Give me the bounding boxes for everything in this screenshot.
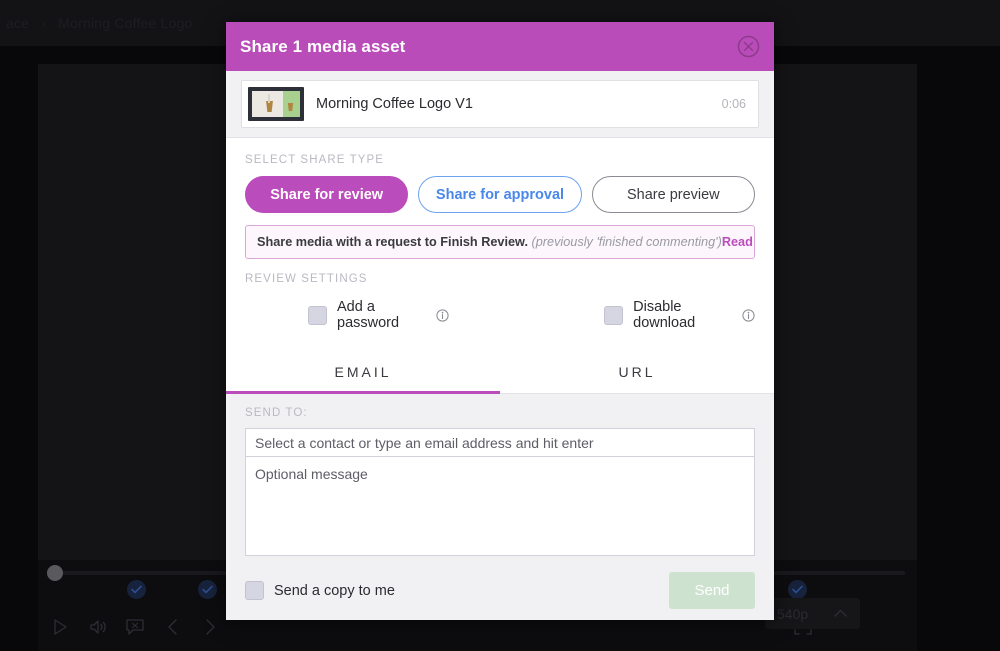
tab-url[interactable]: URL <box>500 352 774 394</box>
chevron-up-icon <box>833 605 848 623</box>
add-password-option[interactable]: Add a password <box>308 299 449 331</box>
send-panel: SEND TO: Send a copy to me Send <box>226 394 774 620</box>
disable-download-label: Disable download <box>633 299 696 331</box>
share-type-notice: Share media with a request to Finish Rev… <box>245 225 755 259</box>
asset-name: Morning Coffee Logo V1 <box>316 96 473 112</box>
breadcrumb-parent[interactable]: ace <box>6 15 29 31</box>
modal-header: Share 1 media asset <box>226 22 774 71</box>
comment-icon[interactable] <box>120 612 150 642</box>
share-for-review-button[interactable]: Share for review <box>245 176 409 213</box>
review-settings-options: Add a password Disable download <box>245 299 755 331</box>
notice-italic-text: (previously 'finished commenting') <box>531 235 722 249</box>
resolution-label: 540p <box>777 605 809 622</box>
breadcrumb-separator-icon: › <box>41 15 47 31</box>
play-icon[interactable] <box>45 612 75 642</box>
share-method-tabs: EMAIL URL <box>226 352 774 394</box>
review-settings-label: REVIEW SETTINGS <box>245 273 368 285</box>
review-settings-section: REVIEW SETTINGS Add a password Disable d… <box>226 259 774 331</box>
close-circle-icon[interactable] <box>736 35 760 59</box>
asset-duration: 0:06 <box>721 97 746 111</box>
send-footer: Send a copy to me Send <box>245 572 755 609</box>
comment-marker[interactable] <box>198 580 217 599</box>
share-type-label: SELECT SHARE TYPE <box>245 154 385 166</box>
tab-email[interactable]: EMAIL <box>226 352 500 394</box>
add-password-checkbox[interactable] <box>308 305 327 325</box>
share-modal: Share 1 media asset Morning Coffee Logo … <box>226 22 774 620</box>
comment-marker[interactable] <box>788 580 807 599</box>
video-thumbnail <box>248 87 304 121</box>
disable-download-checkbox[interactable] <box>604 305 624 325</box>
send-copy-option[interactable]: Send a copy to me <box>245 581 395 600</box>
share-preview-button[interactable]: Share preview <box>591 176 755 213</box>
chevron-left-icon[interactable] <box>158 612 188 642</box>
add-password-label: Add a password <box>337 299 400 331</box>
share-for-approval-button[interactable]: Share for approval <box>418 176 582 213</box>
chevron-right-icon[interactable] <box>195 612 225 642</box>
disable-download-option[interactable]: Disable download <box>604 299 755 331</box>
asset-strip: Morning Coffee Logo V1 0:06 <box>226 71 774 138</box>
send-copy-checkbox[interactable] <box>245 581 264 600</box>
volume-icon[interactable] <box>83 612 113 642</box>
breadcrumb-current: Morning Coffee Logo <box>58 15 193 31</box>
info-icon[interactable] <box>742 308 755 322</box>
share-type-section: SELECT SHARE TYPE Share for review Share… <box>226 138 774 213</box>
modal-body: SELECT SHARE TYPE Share for review Share… <box>226 138 774 620</box>
send-copy-label: Send a copy to me <box>274 582 395 599</box>
info-icon[interactable] <box>436 308 449 322</box>
contact-input[interactable] <box>245 428 755 456</box>
asset-row[interactable]: Morning Coffee Logo V1 0:06 <box>241 80 759 128</box>
modal-title: Share 1 media asset <box>240 36 406 56</box>
send-to-label: SEND TO: <box>245 407 308 419</box>
breadcrumb: ace › Morning Coffee Logo <box>6 15 193 31</box>
read-more-link[interactable]: Read more <box>722 235 754 249</box>
notice-bold-text: Share media with a request to Finish Rev… <box>257 235 528 249</box>
resolution-selector[interactable]: 540p <box>765 598 860 629</box>
send-button[interactable]: Send <box>669 572 755 609</box>
message-textarea[interactable] <box>245 456 755 556</box>
comment-marker[interactable] <box>127 580 146 599</box>
share-type-options: Share for review Share for approval Shar… <box>245 176 755 213</box>
scrubber-handle[interactable] <box>47 565 63 581</box>
